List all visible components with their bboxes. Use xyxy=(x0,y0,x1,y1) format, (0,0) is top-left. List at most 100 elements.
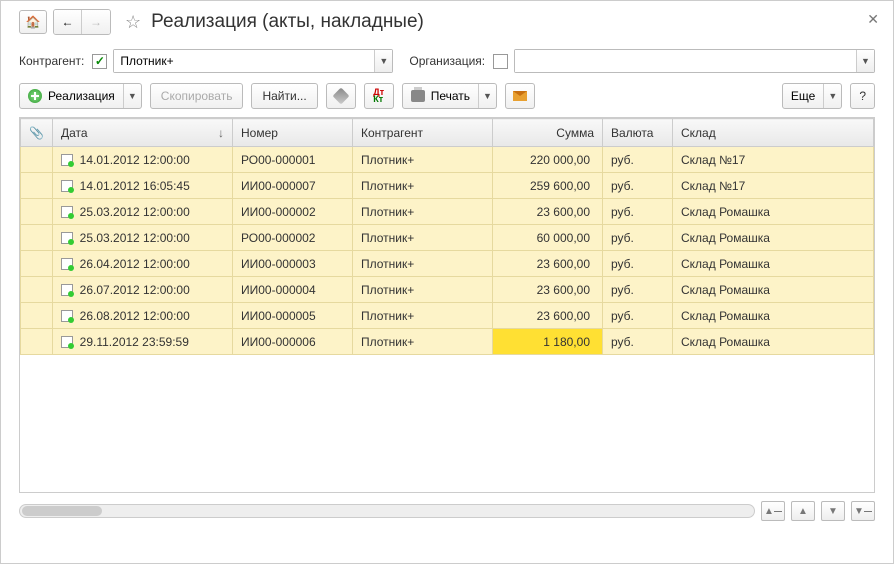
clear-filter-button[interactable] xyxy=(326,83,356,109)
cell-kontragent: Плотник+ xyxy=(353,225,493,251)
more-label: Еще xyxy=(791,89,815,103)
cell-warehouse: Склад №17 xyxy=(673,147,874,173)
table-row[interactable]: 29.11.2012 23:59:59ИИ00-000006Плотник+1 … xyxy=(21,329,874,355)
document-icon xyxy=(61,284,73,296)
document-icon xyxy=(61,154,73,166)
cell-date: 26.08.2012 12:00:00 xyxy=(53,303,233,329)
star-icon[interactable]: ☆ xyxy=(125,12,141,33)
col-attachment[interactable]: 📎 xyxy=(21,119,53,147)
cell-attachment xyxy=(21,303,53,329)
cell-sum: 23 600,00 xyxy=(493,303,603,329)
page-first-button[interactable]: ▲ xyxy=(761,501,785,521)
print-button[interactable]: Печать ▼ xyxy=(402,83,497,109)
table-row[interactable]: 26.08.2012 12:00:00ИИ00-000005Плотник+23… xyxy=(21,303,874,329)
kontragent-dropdown-icon[interactable]: ▼ xyxy=(374,50,392,72)
document-icon xyxy=(61,180,73,192)
help-button[interactable]: ? xyxy=(850,83,875,109)
cell-date: 26.07.2012 12:00:00 xyxy=(53,277,233,303)
col-kontragent[interactable]: Контрагент xyxy=(353,119,493,147)
cell-date: 25.03.2012 12:00:00 xyxy=(53,199,233,225)
table-row[interactable]: 26.04.2012 12:00:00ИИ00-000003Плотник+23… xyxy=(21,251,874,277)
org-label: Организация: xyxy=(409,54,485,68)
cell-number: РО00-000002 xyxy=(233,225,353,251)
header-row: 📎 Дата Номер Контрагент Сумма Валюта Скл… xyxy=(21,119,874,147)
wand-icon xyxy=(332,88,349,105)
col-sum[interactable]: Сумма xyxy=(493,119,603,147)
more-dropdown-icon[interactable]: ▼ xyxy=(823,84,841,108)
cell-date: 25.03.2012 12:00:00 xyxy=(53,225,233,251)
cell-kontragent: Плотник+ xyxy=(353,199,493,225)
cell-kontragent: Плотник+ xyxy=(353,147,493,173)
back-button[interactable]: ← xyxy=(54,10,82,34)
cell-attachment xyxy=(21,251,53,277)
table-row[interactable]: 26.07.2012 12:00:00ИИ00-000004Плотник+23… xyxy=(21,277,874,303)
close-icon[interactable]: ✕ xyxy=(867,11,879,28)
table-row[interactable]: 25.03.2012 12:00:00РО00-000002Плотник+60… xyxy=(21,225,874,251)
grid-container: 📎 Дата Номер Контрагент Сумма Валюта Скл… xyxy=(19,117,875,493)
cell-currency: руб. xyxy=(603,251,673,277)
col-currency[interactable]: Валюта xyxy=(603,119,673,147)
horizontal-scrollbar[interactable] xyxy=(19,504,755,518)
mail-button[interactable] xyxy=(505,83,535,109)
org-input[interactable] xyxy=(515,50,856,72)
org-checkbox[interactable] xyxy=(493,54,508,69)
cell-attachment xyxy=(21,225,53,251)
more-button[interactable]: Еще ▼ xyxy=(782,83,842,109)
cell-attachment xyxy=(21,147,53,173)
home-button[interactable]: 🏠 xyxy=(19,10,47,34)
page-title: Реализация (акты, накладные) xyxy=(151,11,424,33)
cell-warehouse: Склад Ромашка xyxy=(673,329,874,355)
plus-icon xyxy=(28,89,42,103)
document-icon xyxy=(61,206,73,218)
cell-date: 14.01.2012 16:05:45 xyxy=(53,173,233,199)
cell-sum: 60 000,00 xyxy=(493,225,603,251)
cell-number: ИИ00-000006 xyxy=(233,329,353,355)
toolbar: Реализация ▼ Скопировать Найти... ДтКт П… xyxy=(19,83,875,109)
filter-bar: Контрагент: ▼ Организация: ▼ xyxy=(19,49,875,73)
org-dropdown-icon[interactable]: ▼ xyxy=(856,50,874,72)
footer: ▲ ▲ ▼ ▼ xyxy=(19,501,875,521)
kontragent-checkbox[interactable] xyxy=(92,54,107,69)
find-button[interactable]: Найти... xyxy=(251,83,317,109)
page-last-button[interactable]: ▼ xyxy=(851,501,875,521)
cell-number: ИИ00-000004 xyxy=(233,277,353,303)
cell-sum: 259 600,00 xyxy=(493,173,603,199)
col-warehouse[interactable]: Склад xyxy=(673,119,874,147)
realization-button[interactable]: Реализация ▼ xyxy=(19,83,142,109)
copy-label: Скопировать xyxy=(161,89,233,103)
arrow-left-icon: ← xyxy=(62,15,74,29)
cell-currency: руб. xyxy=(603,329,673,355)
cell-attachment xyxy=(21,329,53,355)
print-dropdown-icon[interactable]: ▼ xyxy=(478,84,496,108)
table-row[interactable]: 14.01.2012 16:05:45ИИ00-000007Плотник+25… xyxy=(21,173,874,199)
home-icon: 🏠 xyxy=(26,15,41,29)
cell-sum: 1 180,00 xyxy=(493,329,603,355)
col-number[interactable]: Номер xyxy=(233,119,353,147)
col-date[interactable]: Дата xyxy=(53,119,233,147)
kontragent-label: Контрагент: xyxy=(19,54,84,68)
app-window: ✕ 🏠 ← → ☆ Реализация (акты, накладные) К… xyxy=(0,0,894,564)
cell-kontragent: Плотник+ xyxy=(353,173,493,199)
table-row[interactable]: 25.03.2012 12:00:00ИИ00-000002Плотник+23… xyxy=(21,199,874,225)
org-combo[interactable]: ▼ xyxy=(514,49,875,73)
forward-button[interactable]: → xyxy=(82,10,110,34)
realization-dropdown-icon[interactable]: ▼ xyxy=(123,84,141,108)
table-row[interactable]: 14.01.2012 12:00:00РО00-000001Плотник+22… xyxy=(21,147,874,173)
arrow-right-icon: → xyxy=(90,15,102,29)
cell-attachment xyxy=(21,277,53,303)
cell-kontragent: Плотник+ xyxy=(353,277,493,303)
page-up-button[interactable]: ▲ xyxy=(791,501,815,521)
cell-number: ИИ00-000005 xyxy=(233,303,353,329)
dtkt-button[interactable]: ДтКт xyxy=(364,83,394,109)
page-down-button[interactable]: ▼ xyxy=(821,501,845,521)
cell-warehouse: Склад Ромашка xyxy=(673,225,874,251)
cell-attachment xyxy=(21,199,53,225)
kontragent-input[interactable] xyxy=(114,50,374,72)
cell-sum: 23 600,00 xyxy=(493,199,603,225)
cell-number: ИИ00-000002 xyxy=(233,199,353,225)
cell-sum: 23 600,00 xyxy=(493,251,603,277)
kontragent-combo[interactable]: ▼ xyxy=(113,49,393,73)
data-grid[interactable]: 📎 Дата Номер Контрагент Сумма Валюта Скл… xyxy=(20,118,874,355)
cell-sum: 23 600,00 xyxy=(493,277,603,303)
cell-currency: руб. xyxy=(603,147,673,173)
